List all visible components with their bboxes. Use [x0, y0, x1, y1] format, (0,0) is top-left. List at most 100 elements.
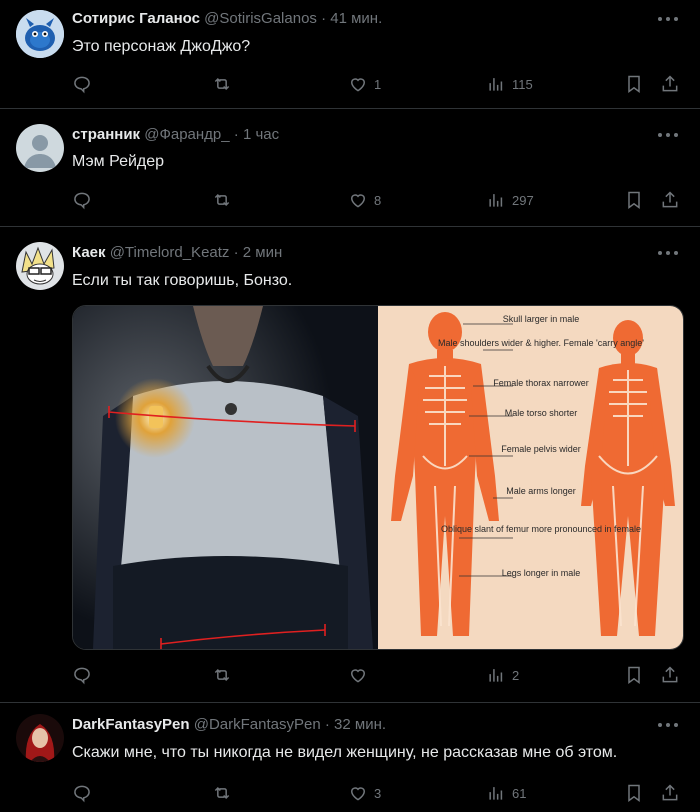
author-handle[interactable]: @DarkFantasyPen: [194, 716, 321, 733]
views-button[interactable]: 61: [486, 781, 526, 805]
retweet-button[interactable]: [212, 188, 238, 212]
post-media[interactable]: Skull larger in male Male shoulders wide…: [72, 305, 684, 650]
post[interactable]: странник @Фарандр_ · 1 час Мэм Рейдер 8 …: [0, 108, 700, 227]
diagram-label: Legs longer in male: [502, 568, 581, 578]
separator: ·: [324, 716, 330, 733]
views-chart-icon: [489, 78, 503, 91]
heart-icon: [350, 78, 366, 92]
action-bar: 2: [72, 663, 684, 687]
blue-creature-avatar-icon: [16, 10, 64, 58]
timestamp[interactable]: 32 мин.: [334, 716, 386, 733]
post[interactable]: DarkFantasyPen @DarkFantasyPen · 32 мин.…: [0, 702, 700, 812]
bookmark-button[interactable]: [624, 781, 644, 805]
author-name[interactable]: странник: [72, 126, 140, 143]
reply-button[interactable]: [72, 188, 98, 212]
timestamp[interactable]: 41 мин.: [330, 10, 382, 27]
views-count: 2: [512, 667, 520, 683]
share-icon: [662, 191, 678, 208]
retweet-button[interactable]: [212, 72, 238, 96]
diagram-label: Oblique slant of femur more pronounced i…: [441, 524, 641, 534]
post-header: странник @Фарандр_ · 1 час: [72, 126, 279, 143]
views-button[interactable]: 297: [486, 188, 534, 212]
post-text: Скажи мне, что ты никогда не видел женщи…: [72, 744, 618, 761]
post[interactable]: Сотирис Галанос @SotirisGalanos · 41 мин…: [0, 0, 700, 109]
views-button[interactable]: 2: [486, 663, 519, 687]
reply-icon: [74, 785, 90, 803]
retweet-icon: [214, 193, 230, 207]
views-button[interactable]: 115: [486, 72, 533, 96]
avatar[interactable]: [16, 242, 64, 290]
diagram-label: Female thorax narrower: [493, 378, 589, 388]
bookmark-button[interactable]: [624, 663, 644, 687]
bookmark-button[interactable]: [624, 72, 644, 96]
more-icon[interactable]: [658, 722, 678, 728]
timestamp[interactable]: 2 мин: [243, 244, 283, 261]
reply-button[interactable]: [72, 781, 98, 805]
author-name[interactable]: Сотирис Галанос: [72, 10, 200, 27]
views-count: 297: [512, 192, 534, 208]
reply-button[interactable]: [72, 663, 98, 687]
like-button[interactable]: 8: [348, 188, 381, 212]
share-icon: [662, 784, 678, 801]
diagram-label: Male arms longer: [506, 486, 576, 496]
default-avatar-icon: [16, 124, 64, 172]
diagram-label: Male torso shorter: [505, 408, 578, 418]
author-name[interactable]: DarkFantasyPen: [72, 716, 190, 733]
views-chart-icon: [489, 669, 503, 682]
action-bar: 1 115: [72, 72, 684, 96]
retweet-button[interactable]: [212, 663, 238, 687]
reply-icon: [74, 667, 90, 685]
views-chart-icon: [489, 787, 503, 800]
bookmark-icon: [628, 191, 640, 209]
avatar[interactable]: [16, 10, 64, 58]
like-count: 1: [374, 76, 382, 92]
reply-icon: [74, 76, 90, 94]
cartoon-character-avatar-icon: [16, 242, 64, 290]
views-count: 115: [512, 76, 533, 92]
heart-icon: [350, 669, 366, 683]
author-handle[interactable]: @Timelord_Keatz: [110, 244, 230, 261]
action-bar: 8 297: [72, 188, 684, 212]
media-image: Skull larger in male Male shoulders wide…: [73, 306, 683, 649]
reply-icon: [74, 192, 90, 210]
action-bar: 3 61: [72, 781, 684, 805]
retweet-icon: [214, 786, 230, 800]
bookmark-icon: [628, 666, 640, 684]
bookmark-icon: [628, 784, 640, 802]
views-chart-icon: [489, 194, 503, 207]
like-button[interactable]: [348, 663, 374, 687]
more-icon[interactable]: [658, 16, 678, 22]
share-button[interactable]: [660, 781, 680, 805]
like-count: 3: [374, 785, 382, 801]
share-icon: [662, 666, 678, 683]
separator: ·: [233, 126, 239, 143]
retweet-button[interactable]: [212, 781, 238, 805]
separator: ·: [321, 10, 327, 27]
post-text: Мэм Рейдер: [72, 153, 165, 170]
share-button[interactable]: [660, 188, 680, 212]
post-text: Это персонаж ДжоДжо?: [72, 38, 251, 55]
more-icon[interactable]: [658, 132, 678, 138]
more-icon[interactable]: [658, 250, 678, 256]
author-handle[interactable]: @SotirisGalanos: [204, 10, 317, 27]
like-button[interactable]: 3: [348, 781, 381, 805]
author-name[interactable]: Каек: [72, 244, 106, 261]
like-count: 8: [374, 192, 382, 208]
post-text: Если ты так говоришь, Бонзо.: [72, 272, 293, 289]
avatar[interactable]: [16, 714, 64, 762]
share-button[interactable]: [660, 72, 680, 96]
author-handle[interactable]: @Фарандр_: [144, 126, 229, 143]
diagram-label: Skull larger in male: [503, 314, 580, 324]
avatar[interactable]: [16, 124, 64, 172]
separator: ·: [233, 244, 239, 261]
bookmark-button[interactable]: [624, 188, 644, 212]
retweet-icon: [214, 77, 230, 91]
reply-button[interactable]: [72, 72, 98, 96]
timestamp[interactable]: 1 час: [243, 126, 279, 143]
share-button[interactable]: [660, 663, 680, 687]
like-button[interactable]: 1: [348, 72, 381, 96]
views-count: 61: [512, 785, 527, 801]
post-header: Каек @Timelord_Keatz · 2 мин: [72, 244, 282, 261]
diagram-label: Male shoulders wider & higher. Female 'c…: [438, 338, 644, 348]
post-header: Сотирис Галанос @SotirisGalanos · 41 мин…: [72, 10, 382, 27]
